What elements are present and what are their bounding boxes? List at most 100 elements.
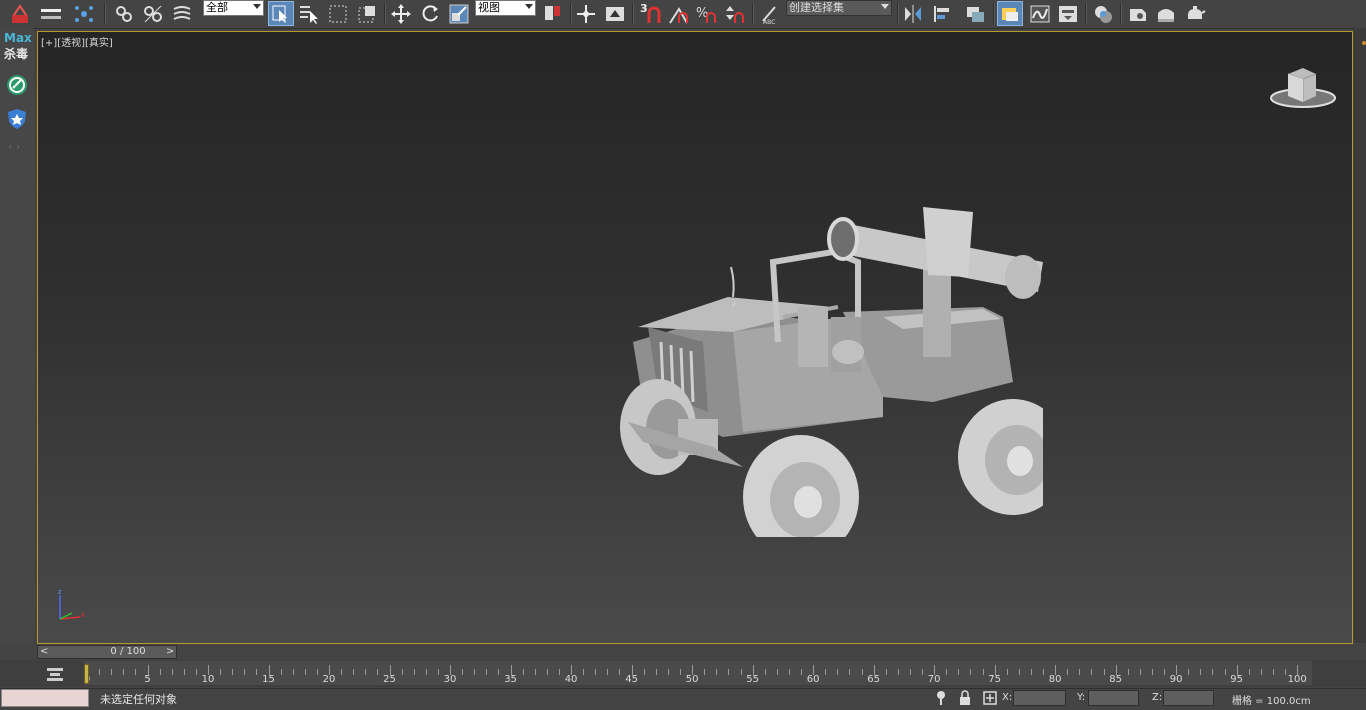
timeline-tick — [462, 669, 464, 675]
y-coordinate-field[interactable] — [1088, 690, 1139, 706]
timeline-tick — [982, 669, 984, 675]
timeline-tick — [280, 669, 282, 675]
select-object-button[interactable] — [268, 1, 294, 26]
render-production-icon[interactable] — [1182, 1, 1208, 26]
timeline-tick — [958, 669, 960, 675]
timeline-playhead[interactable] — [84, 664, 89, 684]
timeline-tick — [534, 669, 536, 675]
timeline-tick — [413, 669, 415, 675]
timeline-tick — [195, 669, 197, 675]
timeline-tick — [1067, 669, 1069, 675]
timeline-tick — [292, 669, 294, 675]
move-icon[interactable] — [388, 1, 414, 26]
timeline-tick — [546, 669, 548, 675]
x-coordinate-field[interactable] — [1013, 690, 1066, 706]
open-mini-curve-editor-icon[interactable] — [46, 666, 64, 686]
timeline-tick — [607, 669, 609, 675]
timeline-tick — [909, 669, 911, 675]
select-by-name-icon[interactable] — [296, 1, 322, 26]
timeline-tick — [619, 669, 621, 675]
viewport-shading-mode[interactable]: 真实 — [89, 38, 109, 49]
axis-tripod-icon: z x — [50, 587, 90, 627]
window-crossing-icon[interactable] — [354, 1, 380, 26]
rendered-frame-window-icon[interactable] — [1153, 1, 1179, 26]
timeline-tick — [135, 669, 137, 675]
curve-editor-icon[interactable] — [1027, 1, 1053, 26]
edit-named-selection-icon[interactable]: ABC — [757, 1, 783, 26]
bind-space-warp-icon[interactable] — [169, 1, 195, 26]
timeline-tick-label: 95 — [1230, 674, 1244, 685]
timeline-tick — [232, 669, 234, 675]
timeline-ruler[interactable]: 0510152025303540455055606570758085909510… — [84, 661, 1312, 685]
timeline-tick — [1188, 669, 1190, 675]
timeline-tick-label: 70 — [927, 674, 941, 685]
timeline-tick-label: 25 — [383, 674, 396, 685]
timeline-tick-label: 40 — [564, 674, 578, 685]
named-selection-set-value: 创建选择集 — [789, 1, 844, 14]
right-panel-edge — [1354, 28, 1366, 643]
time-slider-next-button[interactable]: > — [166, 646, 174, 657]
timeline-tick — [353, 669, 355, 675]
toggle-scene-explorer-icon[interactable] — [962, 1, 988, 26]
spinner-snap-icon[interactable] — [722, 1, 746, 26]
render-setup-icon[interactable] — [1124, 1, 1150, 26]
undo-icon[interactable] — [5, 1, 35, 26]
lock-selection-icon[interactable] — [959, 690, 971, 710]
unlink-icon[interactable] — [140, 1, 166, 26]
pin-icon[interactable] — [935, 690, 947, 710]
snaps-toggle-icon[interactable] — [640, 1, 664, 26]
pivot-center-icon[interactable] — [540, 1, 566, 26]
time-slider[interactable]: 0 / 100 — [37, 645, 177, 659]
timeline-tick — [522, 669, 524, 675]
timeline-tick — [183, 669, 185, 675]
shield-green-icon[interactable] — [6, 74, 28, 100]
timeline-tick-label: 30 — [443, 674, 457, 685]
snaps-dots-icon[interactable] — [70, 1, 98, 26]
max-plugin-brand: Max — [4, 31, 32, 45]
link-icon[interactable] — [111, 1, 137, 26]
jeep-model[interactable] — [583, 167, 1068, 559]
time-slider-prev-button[interactable]: < — [40, 646, 48, 657]
viewport-label[interactable]: [+][透视][真实] — [41, 34, 113, 49]
chevron-left-right-icon[interactable]: ‹ › — [8, 140, 20, 153]
shield-blue-icon[interactable] — [6, 108, 28, 134]
timeline-tick — [740, 669, 742, 675]
maxscript-listener-box[interactable] — [1, 689, 89, 707]
timeline-tick-label: 35 — [504, 674, 517, 685]
rotate-icon[interactable] — [417, 1, 443, 26]
grid-size-readout: 栅格 = 100.0cm — [1232, 696, 1311, 707]
selection-filter-dropdown[interactable]: 全部 — [203, 0, 264, 16]
timeline-tick — [776, 669, 778, 675]
named-selection-set-dropdown[interactable]: 创建选择集 — [786, 0, 892, 16]
align-icon[interactable] — [929, 1, 955, 26]
viewport-view-mode[interactable]: 透视 — [61, 38, 81, 49]
angle-snap-icon[interactable] — [666, 1, 690, 26]
rect-selection-region-icon[interactable] — [325, 1, 351, 26]
timeline-tick — [99, 669, 101, 675]
reference-coordinate-dropdown[interactable]: 视图 — [475, 0, 536, 16]
select-link-icon[interactable] — [37, 1, 65, 26]
percent-snap-icon[interactable]: % — [694, 1, 718, 26]
scale-icon[interactable] — [446, 1, 472, 26]
timeline-tick — [716, 669, 718, 675]
y-coordinate-label: Y: — [1077, 692, 1086, 703]
view-cube-icon[interactable] — [1268, 62, 1338, 116]
perspective-viewport[interactable]: [+][透视][真实] z x — [37, 31, 1353, 644]
timeline-tick — [437, 669, 439, 675]
select-manipulate-icon[interactable] — [573, 1, 599, 26]
svg-text:z: z — [58, 588, 62, 596]
viewport-menu-plus[interactable]: [+] — [41, 38, 57, 49]
timeline-tick-label: 80 — [1048, 674, 1062, 685]
layer-explorer-button[interactable] — [997, 1, 1023, 26]
timeline-tick — [1164, 669, 1166, 675]
antivirus-plugin-label: 杀毒 — [4, 47, 29, 61]
selection-filter-value: 全部 — [206, 1, 228, 14]
schematic-view-icon[interactable] — [1055, 1, 1081, 26]
main-toolbar: 全部 视图 3 % ABC 创建选择集 — [0, 0, 1366, 29]
mirror-icon[interactable] — [900, 1, 926, 26]
keyboard-shortcut-override-icon[interactable] — [602, 1, 628, 26]
material-editor-icon[interactable] — [1090, 1, 1116, 26]
z-coordinate-field[interactable] — [1163, 690, 1214, 706]
absolute-mode-transform-icon[interactable] — [983, 690, 997, 710]
timeline-tick — [1091, 669, 1093, 675]
